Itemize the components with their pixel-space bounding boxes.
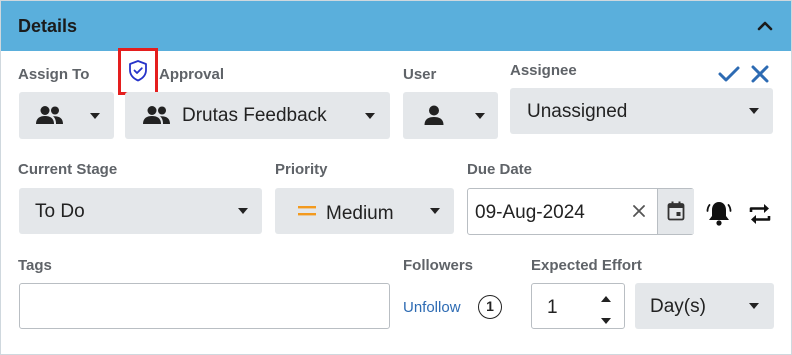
priority-value: Medium: [326, 203, 394, 224]
unfollow-link[interactable]: Unfollow: [403, 299, 461, 316]
approval-select[interactable]: Drutas Feedback: [125, 92, 390, 139]
expected-effort-value: 1: [547, 297, 558, 318]
calendar-icon: [667, 201, 685, 226]
user-select[interactable]: [403, 92, 498, 139]
chevron-down-icon: [90, 113, 100, 119]
spinner-up-icon[interactable]: [600, 291, 612, 309]
current-stage-value: To Do: [35, 201, 85, 222]
repeat-icon[interactable]: [747, 201, 773, 232]
group-icon: [35, 104, 65, 131]
priority-select[interactable]: Medium: [275, 188, 454, 234]
group-icon: [142, 104, 172, 131]
approval-label: Approval: [159, 66, 225, 83]
bell-icon[interactable]: [706, 199, 732, 232]
due-date-label: Due Date: [467, 161, 533, 178]
due-date-value: 09-Aug-2024: [475, 202, 585, 223]
spinner-down-icon[interactable]: [600, 313, 612, 331]
chevron-down-icon: [365, 113, 375, 119]
person-icon: [423, 104, 445, 131]
expected-effort-input[interactable]: 1: [531, 283, 625, 329]
chevron-up-icon[interactable]: [753, 15, 777, 37]
followers-label: Followers: [403, 257, 474, 274]
chevron-down-icon: [749, 303, 759, 309]
priority-equal-icon: [297, 204, 317, 223]
details-title: Details: [18, 16, 78, 36]
assignee-value: Unassigned: [527, 101, 628, 122]
assignee-label: Assignee: [510, 62, 577, 79]
effort-unit-value: Day(s): [650, 296, 706, 317]
tags-label: Tags: [18, 257, 52, 274]
chevron-down-icon: [430, 208, 440, 214]
expected-effort-label: Expected Effort: [531, 257, 642, 274]
details-header[interactable]: Details: [1, 1, 791, 51]
current-stage-select[interactable]: To Do: [19, 188, 262, 234]
chevron-down-icon: [238, 208, 248, 214]
calendar-button[interactable]: [657, 189, 694, 234]
check-icon[interactable]: [717, 63, 741, 90]
current-stage-label: Current Stage: [18, 161, 118, 178]
assign-to-select[interactable]: [19, 92, 114, 139]
effort-unit-select[interactable]: Day(s): [635, 283, 774, 329]
tags-input[interactable]: [19, 283, 390, 329]
chevron-down-icon: [475, 113, 485, 119]
shield-check-icon[interactable]: [127, 59, 149, 88]
details-panel: Details Assign To Approval User Assignee…: [0, 0, 792, 355]
chevron-down-icon: [749, 108, 759, 114]
due-date-input[interactable]: 09-Aug-2024: [467, 188, 694, 235]
clear-icon[interactable]: [632, 204, 646, 223]
priority-label: Priority: [275, 161, 328, 178]
assignee-select[interactable]: Unassigned: [510, 88, 773, 134]
followers-count-badge: 1: [478, 295, 502, 319]
assign-to-label: Assign To: [18, 66, 90, 83]
close-icon[interactable]: [749, 63, 771, 90]
user-label: User: [403, 66, 437, 83]
approval-value: Drutas Feedback: [182, 105, 327, 126]
